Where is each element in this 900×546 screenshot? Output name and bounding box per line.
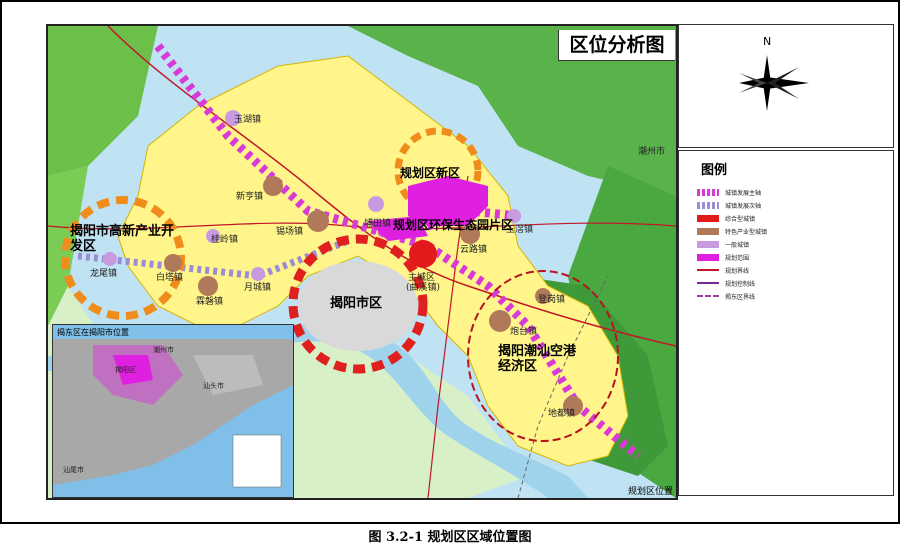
main-city-marker: [409, 240, 437, 268]
town-label: 云路镇: [460, 245, 488, 255]
inset-label: 汕尾市: [63, 466, 84, 474]
legend-label: 城镇发展次轴: [725, 202, 762, 210]
compass-panel: N: [678, 24, 894, 148]
town-label: 玉湖镇: [234, 115, 262, 125]
town-label: 月城镇: [244, 283, 272, 293]
town-label: 龙尾镇: [90, 269, 118, 279]
legend-swatch: [697, 188, 719, 196]
legend-item: 一般城镇: [697, 239, 749, 249]
side-panel: N 图例 城镇发展主轴 城镇发展次轴 综合型城镇特色产业型城镇 一般城镇规划范围规划界…: [678, 24, 894, 496]
label-city: 揭阳市区: [330, 296, 383, 311]
label-gaoxin: 揭阳市高新产业开发区: [70, 224, 175, 254]
town-label: 玉滘镇: [506, 225, 534, 235]
legend-item: 城镇发展次轴: [697, 200, 761, 210]
legend-swatch: [697, 253, 719, 261]
inset-label: 汕头市: [203, 382, 224, 390]
town-label: 霖磐镇: [196, 297, 224, 307]
legend: 图例 城镇发展主轴 城镇发展次轴 综合型城镇特色产业型城镇 一般城镇规划范围规划界线规…: [678, 150, 894, 496]
legend-swatch: [697, 269, 719, 271]
legend-label: 规划界线: [725, 267, 750, 275]
legend-label: 规划控制线: [725, 280, 756, 288]
label-new-district: 规划区新区: [400, 166, 461, 180]
legend-label: 揭东区界线: [725, 293, 756, 301]
map-title: 区位分析图: [558, 30, 675, 61]
town-label: 桂岭镇: [211, 235, 239, 245]
legend-swatch: [697, 282, 719, 284]
legend-swatch: [697, 227, 719, 235]
town-label: 地都镇: [548, 409, 576, 419]
legend-label: 一般城镇: [725, 241, 750, 249]
inset-title: 揭东区在揭阳市位置: [57, 328, 129, 337]
legend-item: 规划范围: [697, 252, 749, 262]
inset-label: 潮州市: [153, 346, 174, 354]
main-city-sublabel: (曲溪镇): [406, 283, 441, 293]
town-label: 登岗镇: [538, 295, 566, 305]
town-label: 锡场镇: [276, 227, 304, 237]
inset-label: 揭阳区: [115, 366, 136, 374]
legend-swatch: [697, 214, 719, 222]
compass-icon: [739, 55, 809, 111]
location-map: 区位分析图 规划区新区 规划区环保生态园片区 揭阳市高新产业开发区 揭阳市区 揭…: [46, 24, 678, 500]
legend-item: 特色产业型城镇: [697, 226, 767, 236]
town-label: 炮台镇: [510, 327, 538, 337]
legend-swatch: [697, 295, 719, 297]
label-eco-park: 规划区环保生态园片区: [393, 218, 514, 232]
legend-swatch: [697, 240, 719, 248]
legend-swatch: [697, 201, 719, 209]
chaozhou-label: 潮州市: [638, 147, 666, 157]
figure-caption: 图 3.2-1 规划区区域位置图: [368, 530, 532, 545]
legend-label: 特色产业型城镇: [725, 228, 768, 236]
label-airport: 揭阳潮汕空港经济区: [498, 344, 577, 374]
legend-item: 综合型城镇: [697, 213, 755, 223]
legend-item: 规划控制线: [697, 278, 755, 288]
legend-item: 揭东区界线: [697, 291, 755, 301]
town-label: 白塔镇: [156, 273, 184, 283]
town-label: 埔田镇: [364, 219, 392, 229]
legend-label: 城镇发展主轴: [725, 189, 762, 197]
legend-item: 城镇发展主轴: [697, 187, 761, 197]
legend-label: 规划范围: [725, 254, 750, 262]
town-label: 新亨镇: [236, 192, 264, 202]
inset-map: 揭东区在揭阳市位置 潮州市 揭阳区 汕头市 汕尾市: [52, 324, 294, 498]
legend-item: 规划界线: [697, 265, 749, 275]
legend-title: 图例: [701, 163, 728, 178]
corner-label: 规划区位置: [628, 487, 674, 497]
legend-label: 综合型城镇: [725, 215, 756, 223]
